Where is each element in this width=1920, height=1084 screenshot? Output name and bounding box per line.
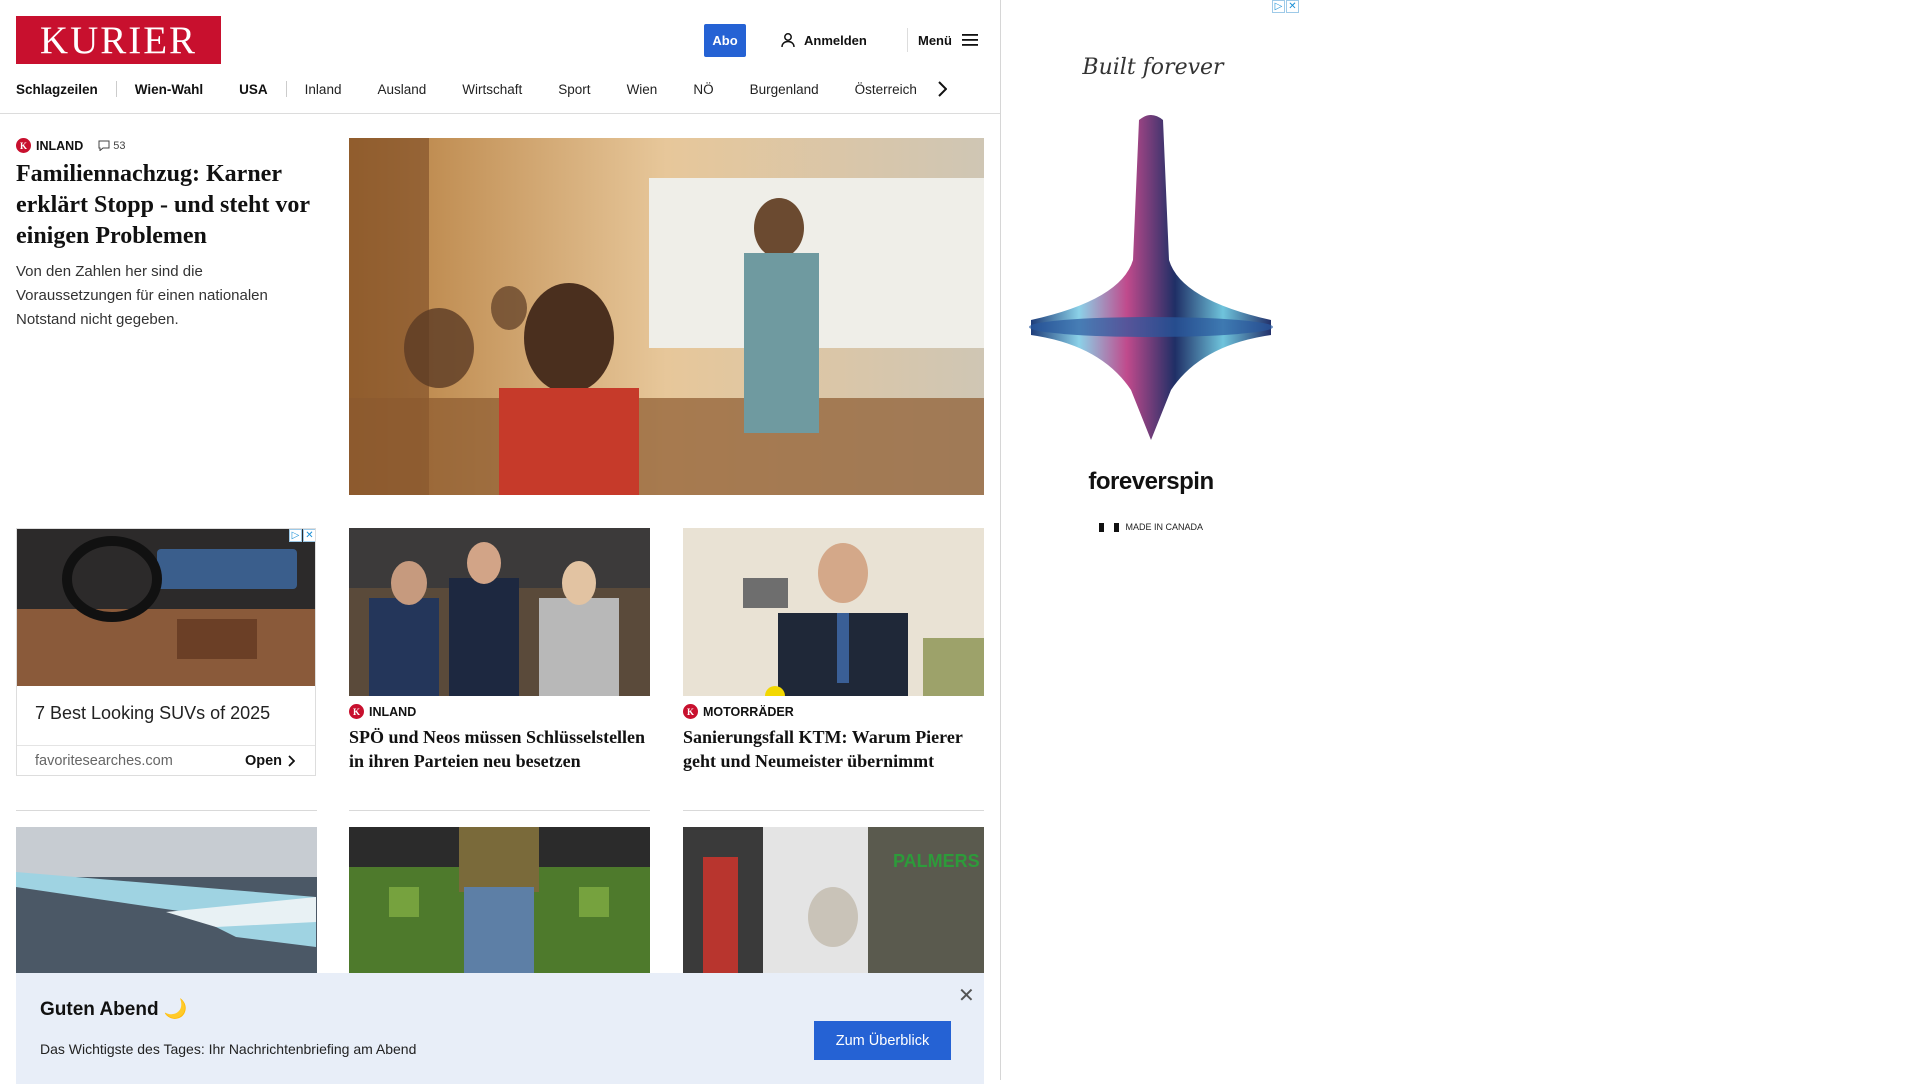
lead-title[interactable]: Familiennachzug: Karner erklärt Stopp - … [16,159,316,252]
spinning-top-image [1029,115,1273,440]
kurier-k-icon: K [16,138,31,153]
ad-info-icon[interactable]: ▷ [289,529,302,542]
card-image-palmers-store[interactable]: PALMERS [683,827,984,973]
divider [16,810,317,811]
nav-item-wirtschaft[interactable]: Wirtschaft [462,82,522,97]
ad-title[interactable]: 7 Best Looking SUVs of 2025 [35,703,270,724]
nav-item-ausland[interactable]: Ausland [377,82,426,97]
comment-count-value: 53 [113,139,126,152]
nav-item-usa[interactable]: USA [239,82,268,97]
nav-item-schlagzeilen[interactable]: Schlagzeilen [16,82,98,97]
nav-item-burgenland[interactable]: Burgenland [750,82,819,97]
ad-close-icon[interactable]: ✕ [1286,0,1299,13]
ad-tagline: MADE IN CANADA [1001,522,1301,533]
card-category: MOTORRÄDER [703,704,794,719]
nav-item-inland[interactable]: Inland [305,82,342,97]
card-image-fashion-runway[interactable] [349,827,650,973]
ad-open-label: Open [244,753,282,769]
card-kicker: K INLAND [349,704,650,719]
card-image-iceberg[interactable] [16,827,317,973]
divider [683,810,984,811]
ad-source: favoritesearches.com [35,753,173,769]
close-icon[interactable]: ✕ [958,983,975,1008]
nav-item-wien[interactable]: Wien [627,82,658,97]
section-nav: Schlagzeilen Wien-Wahl USA Inland Auslan… [16,78,986,100]
briefing-title: Guten Abend 🌙 [40,999,188,1020]
nav-item-sport[interactable]: Sport [558,82,590,97]
ad-tagline-text: MADE IN CANADA [1125,522,1204,532]
card-image-politicians[interactable] [349,528,650,696]
kurier-k-icon: K [683,704,698,719]
side-advertisement[interactable]: ▷ ✕ Built forever foreverspin MADE IN CA… [1001,0,1301,600]
ad-choices[interactable]: ▷ ✕ [289,529,315,542]
evening-briefing-banner: Guten Abend 🌙 Das Wichtigste des Tages: … [16,973,984,1084]
briefing-overview-button[interactable]: Zum Überblick [814,1021,951,1060]
card-kicker: K MOTORRÄDER [683,704,984,719]
sponsored-ad-card[interactable]: ▷ ✕ 7 Best Looking SUVs of 2025 favorite… [16,528,316,776]
kurier-logo[interactable]: KURIER [16,16,221,64]
svg-text:PALMERS: PALMERS [893,851,980,871]
card-inland-story[interactable]: K INLAND SPÖ und Neos müssen Schlüsselst… [349,704,650,773]
divider [349,810,650,811]
card-category: INLAND [369,704,417,719]
nav-separator [115,81,117,97]
abo-button[interactable]: Abo [704,24,746,57]
news-page: KURIER Abo Anmelden Menü Schlagzeilen Wi… [0,0,1001,1084]
nav-item-wien-wahl[interactable]: Wien-Wahl [135,82,203,97]
hamburger-icon [961,34,978,46]
card-title[interactable]: Sanierungsfall KTM: Warum Pierer geht un… [683,725,984,773]
ad-image-car-interior [17,529,315,686]
comment-icon [98,140,110,151]
lead-story[interactable]: K INLAND 53 Familiennachzug: Karner erkl… [16,138,316,332]
login-button[interactable]: Anmelden [780,30,867,50]
nav-separator [285,81,287,97]
lead-kicker: K INLAND 53 [16,138,316,153]
menu-label: Menü [918,32,952,48]
login-label: Anmelden [804,32,867,48]
ad-choices[interactable]: ▷ ✕ [1272,0,1299,13]
site-header: KURIER Abo Anmelden Menü Schlagzeilen Wi… [0,0,1000,114]
ad-open-button[interactable]: Open [245,753,295,769]
canada-flag-icon [1098,523,1119,533]
header-divider [907,28,908,52]
ad-footer: favoritesearches.com Open [17,745,315,775]
nav-item-oesterreich[interactable]: Österreich [855,82,917,97]
chevron-right-icon[interactable] [937,81,947,97]
ad-brand: foreverspin [1088,468,1214,495]
briefing-text: Das Wichtigste des Tages: Ihr Nachrichte… [40,1041,417,1057]
card-title[interactable]: SPÖ und Neos müssen Schlüsselstellen in … [349,725,650,773]
ad-script-slogan: Built forever [1082,55,1224,80]
lead-category: INLAND [36,138,84,153]
chevron-right-icon [288,755,295,767]
nav-item-noe[interactable]: NÖ [693,82,713,97]
ad-info-icon[interactable]: ▷ [1272,0,1285,13]
lead-image-classroom[interactable] [349,138,984,495]
card-motorraeder-story[interactable]: K MOTORRÄDER Sanierungsfall KTM: Warum P… [683,704,984,773]
menu-button[interactable]: Menü [918,30,978,50]
comment-count[interactable]: 53 [98,140,125,152]
kurier-k-icon: K [349,704,364,719]
ad-close-icon[interactable]: ✕ [303,529,315,542]
card-image-press-statement[interactable] [683,528,984,696]
lead-subtitle: Von den Zahlen her sind die Voraussetzun… [16,263,268,328]
user-icon [781,33,795,48]
